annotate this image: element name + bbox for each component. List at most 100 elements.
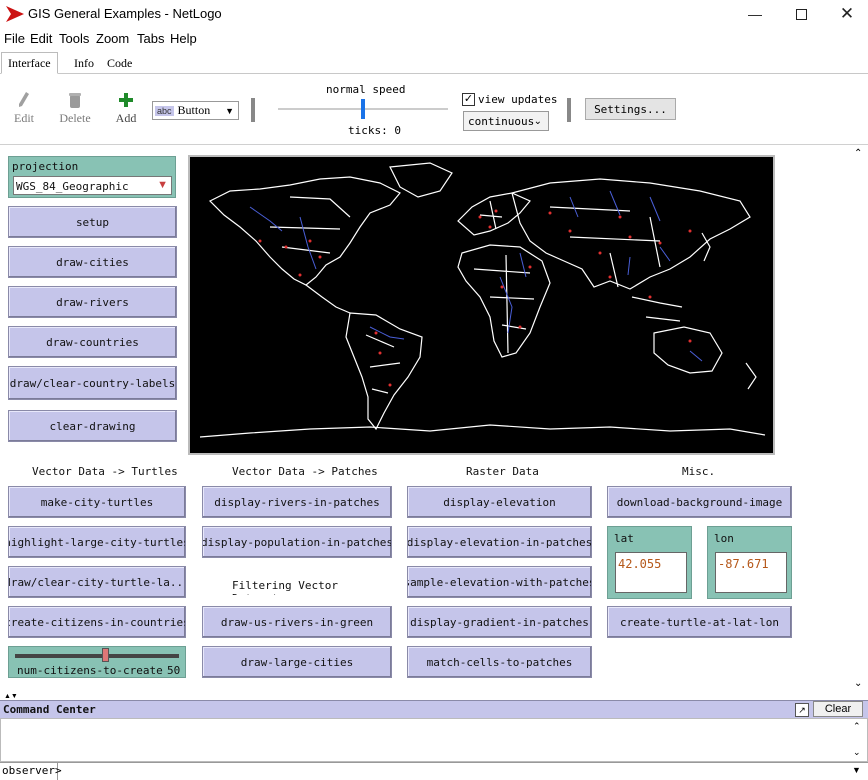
clear-drawing-button[interactable]: clear-drawing (8, 410, 177, 442)
draw-clear-city-turtle-labels-button[interactable]: draw/clear-city-turtle-la... (8, 566, 186, 598)
country-borders (199, 162, 766, 438)
lat-field[interactable]: 42.055 (615, 552, 687, 593)
expand-icon[interactable]: ↗ (795, 703, 809, 717)
col2-heading: Vector Data -> Patches (232, 465, 378, 478)
col3-heading: Raster Data (466, 465, 539, 478)
command-input[interactable] (60, 763, 848, 780)
chevron-down-icon[interactable]: ▼ (852, 765, 861, 775)
menu-edit[interactable]: Edit (30, 31, 52, 46)
slider-label: num-citizens-to-create (17, 664, 163, 677)
lon-field[interactable]: -87.671 (715, 552, 787, 593)
speed-slider-thumb[interactable] (361, 99, 365, 119)
draw-cities-button[interactable]: draw-cities (8, 246, 177, 278)
edit-tool[interactable]: Edit (4, 89, 44, 126)
menu-file[interactable]: File (4, 31, 25, 46)
projection-chooser[interactable]: projection WGS_84_Geographic ▼ (8, 156, 176, 198)
menu-help[interactable]: Help (170, 31, 197, 46)
display-elevation-button[interactable]: display-elevation (407, 486, 592, 518)
match-cells-to-patches-button[interactable]: match-cells-to-patches (407, 646, 592, 678)
tab-interface[interactable]: Interface (1, 52, 58, 74)
world-map (199, 162, 766, 438)
slider-track[interactable] (15, 654, 179, 658)
lat-label: lat (614, 532, 634, 545)
draw-clear-country-labels-button[interactable]: draw/clear-country-labels (8, 366, 177, 400)
speed-label: normal speed (326, 83, 406, 96)
create-turtle-at-lat-lon-button[interactable]: create-turtle-at-lat-lon (607, 606, 792, 638)
maximize-icon (795, 8, 807, 20)
command-input-row: observer> ▼ (0, 762, 868, 780)
settings-button[interactable]: Settings... (585, 98, 676, 120)
num-citizens-slider[interactable]: num-citizens-to-create 50 (8, 646, 186, 678)
menu-zoom[interactable]: Zoom (96, 31, 129, 46)
widget-type-dropdown[interactable]: abc Button ▼ (152, 101, 239, 120)
display-rivers-in-patches-button[interactable]: display-rivers-in-patches (202, 486, 392, 518)
tab-bar: Interface Info Code (0, 52, 868, 74)
display-gradient-in-patches-button[interactable]: display-gradient-in-patches (407, 606, 592, 638)
trash-icon (69, 93, 81, 108)
maximize-button[interactable] (778, 0, 824, 28)
scroll-down-icon[interactable]: ⌄ (854, 678, 862, 689)
interface-canvas: projection WGS_84_Geographic ▼ setup dra… (0, 146, 850, 694)
widget-type-tag: abc (155, 105, 174, 116)
menu-tabs[interactable]: Tabs (137, 31, 164, 46)
download-background-image-button[interactable]: download-background-image (607, 486, 792, 518)
chevron-down-icon: ▼ (225, 105, 234, 116)
lat-input-box[interactable]: lat 42.055 (607, 526, 692, 599)
delete-tool[interactable]: Delete (55, 89, 95, 126)
river-lines (249, 190, 703, 362)
edit-label: Edit (14, 111, 34, 125)
command-output[interactable]: ⌃ ⌄ (0, 718, 868, 762)
lon-value: -87.671 (718, 557, 769, 571)
col1-heading: Vector Data -> Turtles (32, 465, 178, 478)
scroll-up-icon[interactable]: ⌃ (854, 148, 862, 159)
ticks-counter: ticks: 0 (348, 124, 401, 137)
world-view[interactable] (188, 155, 775, 455)
create-citizens-in-countries-button[interactable]: create-citizens-in-countries (8, 606, 186, 638)
view-updates-checkbox[interactable]: ✓ (462, 93, 475, 106)
window-title: GIS General Examples - NetLogo (28, 6, 222, 21)
make-city-turtles-button[interactable]: make-city-turtles (8, 486, 186, 518)
tab-code[interactable]: Code (100, 52, 139, 74)
projection-label: projection (12, 160, 79, 173)
chevron-down-icon: ⌄ (533, 115, 542, 127)
slider-value: 50 (167, 664, 181, 677)
scroll-down-icon[interactable]: ⌄ (853, 747, 861, 758)
filtering-note: Filtering Vector Datasets (232, 579, 338, 595)
add-label: Add (115, 111, 137, 125)
tab-info[interactable]: Info (67, 52, 101, 74)
draw-countries-button[interactable]: draw-countries (8, 326, 177, 358)
close-button[interactable]: ✕ (824, 0, 868, 28)
lon-input-box[interactable]: lon -87.671 (707, 526, 792, 599)
netlogo-logo-icon (6, 6, 24, 22)
draw-us-rivers-in-green-button[interactable]: draw-us-rivers-in-green (202, 606, 392, 638)
interface-scrollbar[interactable]: ⌃ ⌄ (850, 146, 868, 694)
minimize-button[interactable]: — (732, 0, 778, 28)
delete-label: Delete (59, 111, 91, 125)
slider-thumb[interactable] (102, 648, 110, 662)
view-updates-label: view updates (478, 93, 558, 106)
lat-value: 42.055 (618, 557, 662, 571)
clear-button[interactable]: Clear (813, 701, 863, 717)
col4-heading: Misc. (682, 465, 716, 478)
pencil-icon (19, 92, 29, 107)
draw-large-cities-button[interactable]: draw-large-cities (202, 646, 392, 678)
toolbar: Edit Delete Add abc Button ▼ normal spee… (0, 75, 868, 145)
title-bar: GIS General Examples - NetLogo — ✕ (0, 0, 868, 28)
scroll-up-icon[interactable]: ⌃ (853, 721, 861, 732)
update-mode-value: continuous (468, 114, 535, 128)
menu-tools[interactable]: Tools (59, 31, 89, 46)
display-elevation-in-patches-button[interactable]: display-elevation-in-patches (407, 526, 592, 558)
draw-rivers-button[interactable]: draw-rivers (8, 286, 177, 318)
highlight-large-city-turtles-button[interactable]: highlight-large-city-turtles (8, 526, 186, 558)
projection-select[interactable]: WGS_84_Geographic ▼ (13, 176, 172, 195)
observer-selector[interactable]: observer> (0, 763, 62, 780)
setup-button[interactable]: setup (8, 206, 177, 238)
command-center-header: Command Center ↗ Clear (0, 700, 868, 718)
display-population-in-patches-button[interactable]: display-population-in-patches (202, 526, 392, 558)
widget-type-value: Button (177, 103, 211, 117)
add-tool[interactable]: Add (106, 89, 146, 126)
sample-elevation-with-patches-button[interactable]: sample-elevation-with-patches (407, 566, 592, 598)
update-mode-dropdown[interactable]: continuous ⌄ (463, 111, 549, 131)
settings-label: Settings... (594, 102, 667, 116)
dropdown-triangle-icon: ▼ (157, 179, 168, 191)
